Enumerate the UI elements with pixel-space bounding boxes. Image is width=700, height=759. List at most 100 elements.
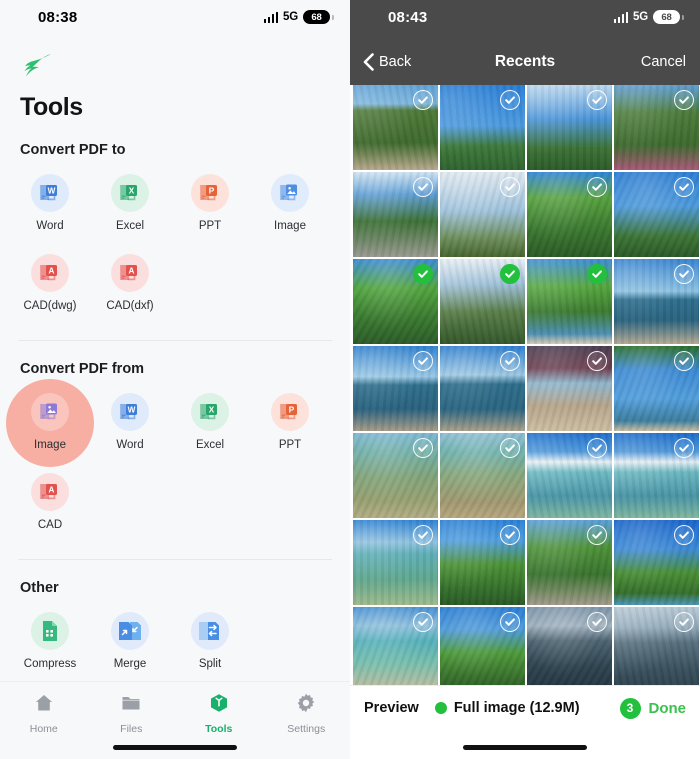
done-button[interactable]: Done <box>649 700 687 717</box>
page-title: Tools <box>20 93 83 121</box>
checkbox-unchecked-icon[interactable] <box>500 612 520 632</box>
tab-files[interactable]: Files <box>88 692 176 735</box>
cad-file-icon: A <box>40 265 57 281</box>
checkbox-unchecked-icon[interactable] <box>500 525 520 545</box>
photo-cell[interactable] <box>527 172 612 257</box>
photo-cell[interactable] <box>614 259 699 344</box>
checkbox-checked-icon[interactable] <box>587 264 607 284</box>
checkbox-unchecked-icon[interactable] <box>500 177 520 197</box>
tool-label: CAD(dxf) <box>106 300 154 312</box>
photo-cell[interactable] <box>353 259 438 344</box>
ppt-file-icon: P <box>200 185 217 201</box>
checkbox-unchecked-icon[interactable] <box>587 351 607 371</box>
photo-cell[interactable] <box>353 172 438 257</box>
photo-cell[interactable] <box>353 346 438 431</box>
photo-cell[interactable] <box>440 172 525 257</box>
status-time: 08:38 <box>38 9 78 26</box>
checkbox-unchecked-icon[interactable] <box>674 177 694 197</box>
tab-home[interactable]: Home <box>0 692 88 735</box>
photo-cell[interactable] <box>353 607 438 692</box>
check-icon <box>505 444 515 452</box>
battery-icon: 68 <box>303 10 334 24</box>
checkbox-unchecked-icon[interactable] <box>413 351 433 371</box>
photo-cell[interactable] <box>440 433 525 518</box>
checkbox-unchecked-icon[interactable] <box>587 525 607 545</box>
checkbox-unchecked-icon[interactable] <box>500 351 520 371</box>
checkbox-unchecked-icon[interactable] <box>674 264 694 284</box>
tab-tools[interactable]: Tools <box>175 692 263 735</box>
tool-item-merge[interactable]: Merge <box>90 602 170 682</box>
checkbox-unchecked-icon[interactable] <box>500 90 520 110</box>
tool-item-caddxf[interactable]: A CAD(dxf) <box>90 244 170 324</box>
checkbox-unchecked-icon[interactable] <box>413 177 433 197</box>
photo-cell[interactable] <box>527 433 612 518</box>
photo-cell[interactable] <box>440 346 525 431</box>
checkbox-unchecked-icon[interactable] <box>500 438 520 458</box>
back-button[interactable]: Back <box>363 52 411 71</box>
checkbox-checked-icon[interactable] <box>500 264 520 284</box>
checkbox-unchecked-icon[interactable] <box>587 612 607 632</box>
checkbox-unchecked-icon[interactable] <box>413 438 433 458</box>
photo-cell[interactable] <box>614 85 699 170</box>
cad-file-icon: A <box>120 265 137 281</box>
photo-cell[interactable] <box>440 85 525 170</box>
checkbox-unchecked-icon[interactable] <box>587 438 607 458</box>
tool-item-caddwg[interactable]: A CAD(dwg) <box>10 244 90 324</box>
tool-item-ppt[interactable]: P PPT <box>250 383 330 463</box>
svg-text:X: X <box>129 186 135 195</box>
tool-item-image[interactable]: Image <box>250 164 330 244</box>
photo-cell[interactable] <box>353 520 438 605</box>
cancel-button[interactable]: Cancel <box>641 54 686 70</box>
photo-cell[interactable] <box>527 85 612 170</box>
section-title-convert-to: Convert PDF to <box>20 142 126 158</box>
photo-cell[interactable] <box>614 172 699 257</box>
checkbox-unchecked-icon[interactable] <box>413 525 433 545</box>
tab-settings[interactable]: Settings <box>263 692 351 735</box>
tool-item-split[interactable]: Split <box>170 602 250 682</box>
photo-cell[interactable] <box>614 607 699 692</box>
checkbox-unchecked-icon[interactable] <box>674 351 694 371</box>
checkbox-unchecked-icon[interactable] <box>674 525 694 545</box>
checkbox-unchecked-icon[interactable] <box>674 612 694 632</box>
photo-cell[interactable] <box>527 607 612 692</box>
tool-item-excel[interactable]: X Excel <box>170 383 250 463</box>
check-icon <box>679 618 689 626</box>
tool-icon-background <box>31 393 69 431</box>
photo-cell[interactable] <box>614 520 699 605</box>
checkbox-unchecked-icon[interactable] <box>413 90 433 110</box>
tool-icon-background <box>271 174 309 212</box>
photo-cell[interactable] <box>353 85 438 170</box>
checkbox-unchecked-icon[interactable] <box>674 438 694 458</box>
photo-cell[interactable] <box>614 433 699 518</box>
preview-button[interactable]: Preview <box>364 700 419 716</box>
tool-item-image[interactable]: Image <box>6 379 94 467</box>
photo-cell[interactable] <box>527 520 612 605</box>
check-icon <box>592 96 602 104</box>
svg-text:P: P <box>289 405 295 414</box>
cad-file-icon: A <box>40 484 57 500</box>
excel-file-icon: X <box>200 404 217 420</box>
tool-item-cad[interactable]: A CAD <box>10 463 90 543</box>
checkbox-unchecked-icon[interactable] <box>413 612 433 632</box>
checkbox-unchecked-icon[interactable] <box>674 90 694 110</box>
photo-cell[interactable] <box>353 433 438 518</box>
tool-item-excel[interactable]: X Excel <box>90 164 170 244</box>
check-icon <box>505 183 515 191</box>
tab-label: Files <box>120 723 143 735</box>
tool-item-ppt[interactable]: P PPT <box>170 164 250 244</box>
full-image-label[interactable]: Full image (12.9M) <box>454 700 580 716</box>
photo-cell[interactable] <box>440 259 525 344</box>
photo-cell[interactable] <box>527 346 612 431</box>
photo-cell[interactable] <box>614 346 699 431</box>
checkbox-unchecked-icon[interactable] <box>587 177 607 197</box>
tool-item-word[interactable]: W Word <box>90 383 170 463</box>
photo-cell[interactable] <box>527 259 612 344</box>
tool-item-word[interactable]: W Word <box>10 164 90 244</box>
tool-label: PPT <box>198 220 222 232</box>
checkbox-unchecked-icon[interactable] <box>587 90 607 110</box>
photo-cell[interactable] <box>440 520 525 605</box>
photo-cell[interactable] <box>440 607 525 692</box>
full-image-radio[interactable] <box>434 702 447 714</box>
checkbox-checked-icon[interactable] <box>413 264 433 284</box>
tool-item-compress[interactable]: Compress <box>10 602 90 682</box>
